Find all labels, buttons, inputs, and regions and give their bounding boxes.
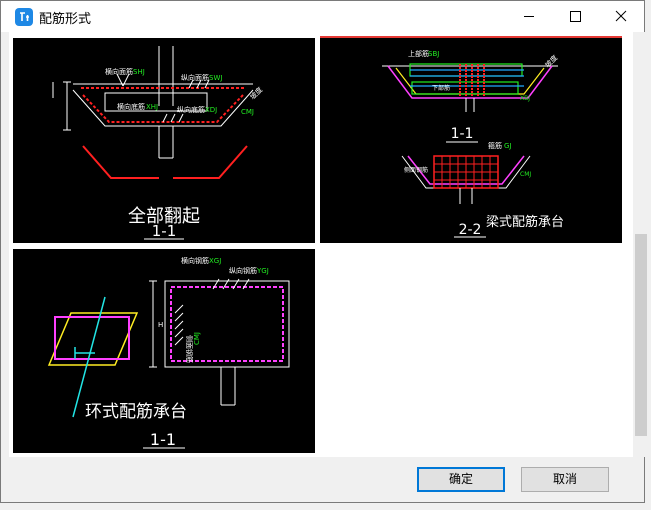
label-height: H — [158, 321, 163, 329]
cancel-button[interactable]: 取消 — [521, 467, 609, 492]
label-transverse-top: 横向面筋 — [105, 67, 133, 76]
label-slope: 坡度 — [543, 53, 559, 69]
label-transverse-code: XGJ — [209, 257, 221, 265]
label-longitudinal: 纵向钢筋 — [229, 266, 257, 275]
label-slope: 坡度 — [248, 85, 264, 101]
scrollbar-thumb[interactable] — [635, 234, 647, 436]
window-title: 配筋形式 — [39, 12, 92, 27]
tile-caption: 环式配筋承台 — [85, 402, 187, 422]
label-longitudinal-bottom-code: XDJ — [205, 106, 217, 114]
label-side-rebar: 侧面钢筋 — [404, 166, 428, 174]
label-longitudinal-top-code: SWJ — [209, 74, 222, 82]
tile-ring-type-pile-cap[interactable]: H 横向钢筋 XGJ 纵向钢筋 YGJ 侧面钢筋 CMJ 环式配筋承台 1-1 — [13, 249, 315, 453]
app-icon — [15, 8, 33, 26]
close-button[interactable] — [598, 1, 644, 32]
tile-section: 1-1 — [150, 430, 176, 449]
minimize-button[interactable] — [506, 1, 552, 32]
label-side-code: CMJ — [241, 108, 254, 116]
label-longitudinal-top: 纵向面筋 — [181, 73, 209, 82]
label-top-rebar: 上部筋 — [408, 49, 429, 58]
dialog-footer: 确定 取消 — [9, 457, 641, 502]
minimize-icon — [524, 16, 534, 17]
label-transverse: 横向钢筋 — [181, 256, 209, 265]
label-transverse-bottom-code: XHJ — [146, 103, 158, 111]
rebar-form-dialog: 配筋形式 横向面筋 SHJ 纵向面筋 SWJ 横向底筋 XHJ 纵向底筋 XDJ… — [0, 0, 649, 503]
ok-button[interactable]: 确定 — [417, 467, 505, 492]
label-side-rebar-code: CMJ — [520, 171, 531, 178]
maximize-icon — [570, 11, 581, 22]
label-bottom-rebar: 下部筋 — [432, 84, 450, 92]
tile-caption: 梁式配筋承台 — [486, 214, 564, 230]
tile-section-b: 2-2 — [459, 222, 482, 238]
label-top-rebar-code: SBJ — [428, 50, 439, 58]
tile-section-a: 1-1 — [451, 126, 474, 142]
rebar-form-gallery: 横向面筋 SHJ 纵向面筋 SWJ 横向底筋 XHJ 纵向底筋 XDJ CMJ … — [9, 32, 649, 457]
label-transverse-top-code: SHJ — [133, 68, 145, 76]
label-stirrup: 箍筋 — [488, 141, 502, 150]
maximize-button[interactable] — [552, 1, 598, 32]
close-icon — [615, 10, 627, 22]
label-longitudinal-code: YGJ — [256, 267, 269, 275]
label-side-code: CMJ — [193, 332, 201, 345]
label-transverse-bottom: 横向底筋 — [117, 102, 145, 111]
label-bottom-rebar-code: XBJ — [520, 95, 530, 102]
tile-full-bend-up[interactable]: 横向面筋 SHJ 纵向面筋 SWJ 横向底筋 XHJ 纵向底筋 XDJ CMJ … — [13, 38, 315, 243]
label-longitudinal-bottom: 纵向底筋 — [177, 105, 205, 114]
label-stirrup-code: GJ — [504, 142, 512, 150]
vertical-scrollbar[interactable] — [633, 32, 649, 457]
tile-section: 1-1 — [152, 222, 177, 240]
title-bar: 配筋形式 — [1, 1, 644, 32]
tile-beam-type-pile-cap[interactable]: 上部筋 SBJ 下部筋 XBJ 坡度 1-1 箍筋 GJ 侧面钢筋 CMJ 2-… — [320, 38, 622, 243]
